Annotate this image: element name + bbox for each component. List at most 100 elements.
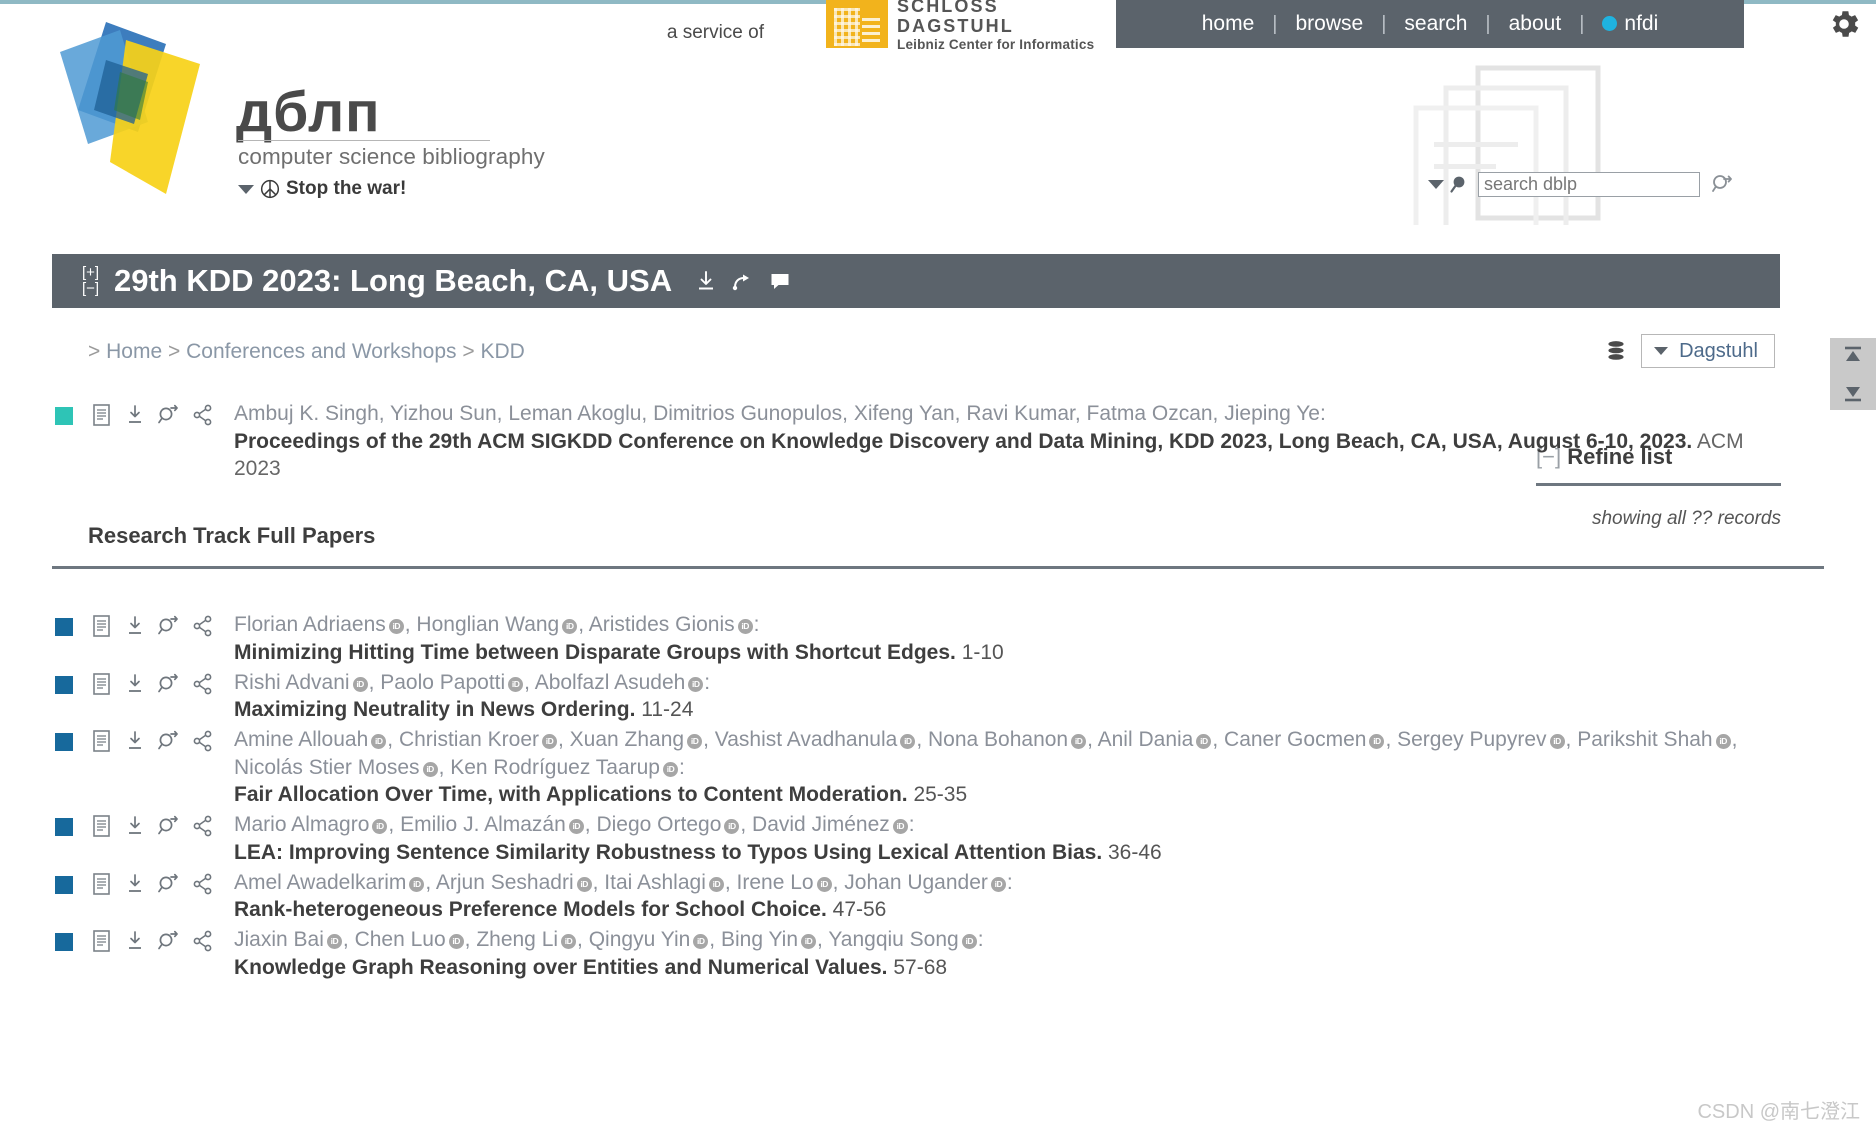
orcid-icon[interactable]: iD [568,819,584,835]
download-icon[interactable] [124,814,146,844]
author-link[interactable]: Zheng Li [476,928,558,951]
orcid-icon[interactable]: iD [687,734,703,750]
author-link[interactable]: Mario Almagro [234,813,369,836]
orcid-icon[interactable]: iD [562,619,578,635]
orcid-icon[interactable]: iD [801,934,817,950]
search-arrow-icon[interactable] [157,403,181,427]
author-link[interactable]: Amine Allouah [234,728,368,751]
author-link[interactable]: Honglian Wang [416,613,559,636]
author-link[interactable]: Arjun Seshadri [436,871,574,894]
proceedings-authors[interactable]: Ambuj K. Singh, Yizhou Sun, Leman Akoglu… [234,400,1759,428]
search-arrow-icon[interactable] [157,929,181,959]
nav-item-nfdi[interactable]: nfdi [1584,12,1676,36]
nav-item-about[interactable]: about [1491,12,1580,36]
author-link[interactable]: Johan Ugander [844,871,988,894]
bibtex-page-icon[interactable] [91,614,113,644]
orcid-icon[interactable]: iD [388,619,404,635]
orcid-icon[interactable]: iD [693,934,709,950]
download-icon[interactable] [124,872,146,902]
database-icon[interactable] [1603,338,1629,364]
entry-type-marker-inproceedings[interactable] [55,875,73,894]
search-icon[interactable] [1449,173,1473,197]
author-link[interactable]: Rishi Advani [234,671,350,694]
download-icon[interactable] [124,614,146,644]
orcid-icon[interactable]: iD [508,676,524,692]
entry-title[interactable]: Rank-heterogeneous Preference Models for… [234,898,827,921]
search-arrow-icon[interactable] [157,729,181,759]
database-select-dagstuhl[interactable]: Dagstuhl [1641,334,1775,368]
bibtex-page-icon[interactable] [91,729,113,759]
share-icon[interactable] [192,929,214,959]
author-link[interactable]: Itai Ashlagi [604,871,706,894]
share-icon[interactable] [192,729,214,759]
entry-title[interactable]: Maximizing Neutrality in News Ordering. [234,698,635,721]
download-icon[interactable] [124,672,146,702]
entry-type-marker-inproceedings[interactable] [55,733,73,752]
author-link[interactable]: Ken Rodríguez Taarup [450,756,660,779]
author-link[interactable]: Diego Ortego [596,813,721,836]
breadcrumb-item-conferences[interactable]: Conferences and Workshops [186,340,456,363]
bibtex-page-icon[interactable] [91,672,113,702]
search-arrow-icon[interactable] [1711,173,1737,197]
author-link[interactable]: Abolfazl Asudeh [535,671,686,694]
author-link[interactable]: Chen Luo [355,928,446,951]
chevron-down-icon[interactable] [1428,180,1444,189]
orcid-icon[interactable]: iD [892,819,908,835]
nav-item-search[interactable]: search [1386,12,1485,36]
orcid-icon[interactable]: iD [448,934,464,950]
orcid-icon[interactable]: iD [708,876,724,892]
orcid-icon[interactable]: iD [688,676,704,692]
bibtex-page-icon[interactable] [91,929,113,959]
share-icon[interactable] [192,614,214,644]
author-link[interactable]: Anil Dania [1098,728,1194,751]
orcid-icon[interactable]: iD [816,876,832,892]
orcid-icon[interactable]: iD [737,619,753,635]
breadcrumb-item-kdd[interactable]: KDD [480,340,524,363]
author-link[interactable]: Xuan Zhang [570,728,684,751]
author-link[interactable]: Bing Yin [721,928,798,951]
author-link[interactable]: Amel Awadelkarim [234,871,406,894]
orcid-icon[interactable]: iD [352,676,368,692]
share-arrow-icon[interactable] [731,269,755,293]
nav-item-home[interactable]: home [1184,12,1273,36]
entry-title[interactable]: LEA: Improving Sentence Similarity Robus… [234,841,1102,864]
share-icon[interactable] [192,403,214,427]
entry-type-marker-inproceedings[interactable] [55,618,73,637]
schloss-dagstuhl-logo[interactable]: SCHLOSS DAGSTUHL Leibniz Center for Info… [826,0,1116,52]
download-icon[interactable] [124,929,146,959]
search-arrow-icon[interactable] [157,814,181,844]
author-link[interactable]: Nicolás Stier Moses [234,756,420,779]
author-link[interactable]: Aristides Gionis [589,613,735,636]
orcid-icon[interactable]: iD [409,876,425,892]
download-icon[interactable] [124,729,146,759]
author-link[interactable]: Irene Lo [737,871,814,894]
author-link[interactable]: Florian Adriaens [234,613,386,636]
search-arrow-icon[interactable] [157,872,181,902]
orcid-icon[interactable]: iD [724,819,740,835]
author-link[interactable]: Emilio J. Almazán [400,813,566,836]
author-link[interactable]: Sergey Pupyrev [1397,728,1546,751]
search-arrow-icon[interactable] [157,614,181,644]
orcid-icon[interactable]: iD [561,934,577,950]
bibtex-page-icon[interactable] [91,872,113,902]
author-link[interactable]: Qingyu Yin [589,928,691,951]
orcid-icon[interactable]: iD [900,734,916,750]
orcid-icon[interactable]: iD [371,734,387,750]
gear-icon[interactable] [1826,6,1862,42]
stop-the-war-banner[interactable]: Stop the war! [238,178,406,200]
download-icon[interactable] [124,403,146,427]
orcid-icon[interactable]: iD [1196,734,1212,750]
share-icon[interactable] [192,672,214,702]
entry-type-marker-inproceedings[interactable] [55,933,73,952]
author-link[interactable]: Nona Bohanon [928,728,1068,751]
scroll-to-top-icon[interactable] [1840,345,1866,367]
download-icon[interactable] [694,269,718,293]
orcid-icon[interactable]: iD [990,876,1006,892]
author-link[interactable]: Caner Gocmen [1224,728,1366,751]
orcid-icon[interactable]: iD [542,734,557,750]
entry-title[interactable]: Knowledge Graph Reasoning over Entities … [234,956,888,979]
dblp-logo-area[interactable]: дблп computer science bibliography Stop … [48,12,548,200]
author-link[interactable]: David Jiménez [752,813,890,836]
orcid-icon[interactable]: iD [663,761,678,777]
bibtex-page-icon[interactable] [91,403,113,427]
